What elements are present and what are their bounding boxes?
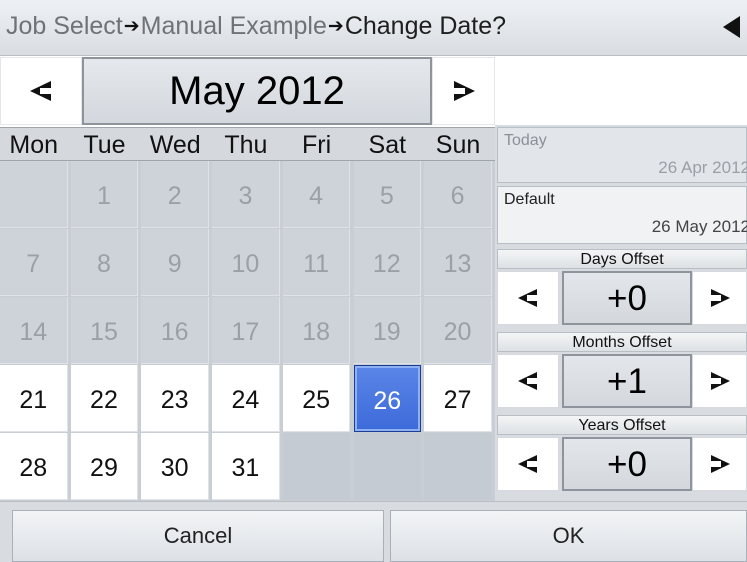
years-offset-value: +0 [562,437,692,491]
breadcrumb-manual-example[interactable]: Manual Example [141,12,327,40]
weekday-mon: Mon [9,131,59,159]
default-label: Default [504,191,555,208]
days-offset-value: +0 [562,271,692,325]
day-cell: 15 [70,297,139,364]
right-arrow-icon [709,372,730,390]
weekday-sat: Sat [368,131,407,159]
ok-button[interactable]: OK [390,510,747,562]
empty-day-cell [424,433,492,500]
breadcrumb-separator: ➔ [123,16,140,37]
left-arrow-icon [518,455,538,473]
day-cell: 11 [282,229,351,296]
day-cell: 14 [0,297,68,364]
day-cell[interactable]: 31 [212,433,280,500]
months-decrement-button[interactable] [497,354,559,408]
day-cell: 1 [70,161,139,228]
day-cell[interactable]: 29 [70,433,139,500]
right-arrow-icon [452,81,475,101]
day-cell: 20 [424,297,492,364]
day-cell: 17 [212,297,280,364]
empty-day-cell [353,433,422,500]
day-cell: 19 [353,297,422,364]
left-arrow-icon [518,372,538,390]
cancel-button[interactable]: Cancel [12,510,384,562]
empty-day-cell [0,161,68,228]
day-cell: 2 [141,161,209,228]
day-cell[interactable]: 27 [424,365,492,432]
day-cell: 3 [212,161,280,228]
day-cell[interactable]: 25 [282,365,351,432]
next-month-button[interactable] [432,57,495,125]
previous-month-button[interactable] [0,57,82,125]
day-cell[interactable]: 24 [212,365,280,432]
months-increment-button[interactable] [692,354,747,408]
empty-day-cell [282,433,351,500]
day-cell[interactable]: 21 [0,365,68,432]
calendar-grid: 1 2 3 4 5 6 7 8 9 10 11 12 13 14 15 16 17 18 19 20 21 22 23 24 2… [0,161,495,501]
months-offset-label: Months Offset [497,332,747,352]
today-label: Today [504,132,547,149]
day-cell: 9 [141,229,209,296]
day-cell-selected[interactable]: 26 [353,365,422,432]
day-cell: 10 [212,229,280,296]
weekday-sun: Sun [435,131,481,159]
day-cell: 6 [424,161,492,228]
breadcrumb: Job Select➔Manual Example➔Change Date? [6,12,506,41]
day-cell: 7 [0,229,68,296]
day-cell: 16 [141,297,209,364]
day-cell: 4 [282,161,351,228]
right-arrow-icon [709,289,730,307]
default-value: 26 May 2012 [651,217,747,236]
page-title: Change Date? [344,12,507,40]
days-decrement-button[interactable] [497,271,559,325]
today-value: 26 Apr 2012 [658,158,747,177]
years-increment-button[interactable] [692,437,747,491]
weekday-wed: Wed [149,131,201,159]
back-triangle-icon[interactable] [716,10,746,44]
day-cell: 8 [70,229,139,296]
day-cell: 18 [282,297,351,364]
default-box[interactable]: Default 26 May 2012 [497,186,747,244]
day-cell[interactable]: 28 [0,433,68,500]
weekday-fri: Fri [302,131,332,159]
left-arrow-icon [518,289,538,307]
years-offset-label: Years Offset [497,415,747,435]
day-cell[interactable]: 22 [70,365,139,432]
today-box[interactable]: Today 26 Apr 2012 [497,127,747,183]
days-offset-label: Days Offset [497,249,747,269]
weekday-tue: Tue [83,131,126,159]
day-cell[interactable]: 23 [141,365,209,432]
breadcrumb-job-select[interactable]: Job Select [6,12,123,40]
weekday-thu: Thu [224,131,268,159]
day-cell: 13 [424,229,492,296]
months-offset-value: +1 [562,354,692,408]
right-arrow-icon [709,455,730,473]
weekday-header: Mon Tue Wed Thu Fri Sat Sun [0,127,495,161]
years-decrement-button[interactable] [497,437,559,491]
breadcrumb-separator: ➔ [327,16,344,37]
left-arrow-icon [30,81,52,101]
day-cell: 5 [353,161,422,228]
month-year-label: May 2012 [82,57,432,125]
day-cell[interactable]: 30 [141,433,209,500]
days-increment-button[interactable] [692,271,747,325]
day-cell: 12 [353,229,422,296]
